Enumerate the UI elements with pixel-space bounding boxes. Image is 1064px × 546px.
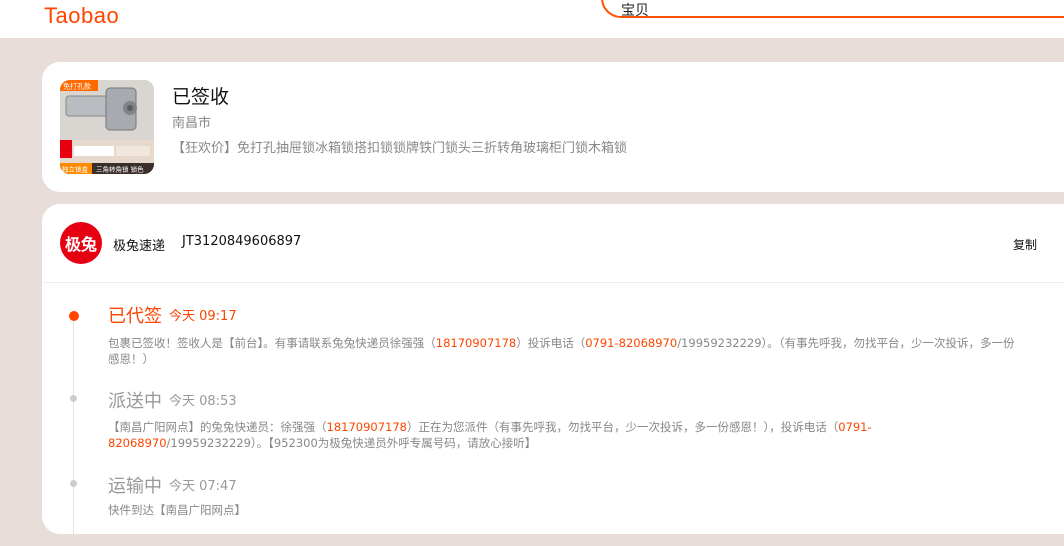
taobao-logo-text[interactable]: Taobao (44, 3, 119, 29)
event-time: 今天 08:53 (169, 394, 237, 409)
lock-product-image-icon: 免打孔款 独立锁盒 三角转角锁 锁色 (60, 80, 154, 174)
thumb-badge-text: 免打孔款 (63, 82, 91, 91)
event-desc-part: 包裹已签收！签收人是【前台】。有事请联系兔兔快递员徐强强（ (108, 336, 436, 350)
complaint-phone-link[interactable]: 0791-82068970 (585, 336, 677, 350)
courier-phone-link[interactable]: 18170907178 (327, 420, 407, 434)
thumb-caption-2: 三角转角锁 锁色 (96, 165, 144, 174)
timeline-line (73, 316, 74, 546)
search-query-text: 宝贝 (621, 3, 649, 19)
event-desc-part: ）投诉电话（ (516, 336, 586, 350)
divider (42, 282, 1064, 283)
courier-phone-link[interactable]: 18170907178 (436, 336, 516, 350)
search-input[interactable]: 宝贝 (601, 0, 1064, 19)
copy-tracking-button[interactable]: 复制 (1013, 236, 1037, 253)
logistics-card: 极兔 极兔速递 JT3120849606897 复制 已代签 今天 09:17 … (42, 204, 1064, 546)
timeline-dot (70, 480, 77, 487)
courier-logo-icon: 极兔 (60, 222, 102, 264)
event-time: 今天 09:17 (169, 309, 237, 324)
event-desc-part: 【南昌广阳网点】的兔兔快递员：徐强强（ (108, 420, 327, 434)
product-title[interactable]: 【狂欢价】免打孔抽屉锁冰箱锁搭扣锁锁牌铁门锁头三折转角玻璃柜门锁木箱锁 (172, 137, 627, 156)
event-desc-part: ）正在为您派件（有事先呼我，勿找平台，少一次投诉，多一份感恩！），投诉电话（ (406, 420, 839, 434)
timeline-dot (70, 395, 77, 402)
thumb-caption-1: 独立锁盒 (62, 165, 89, 174)
event-status: 派送中 (108, 391, 162, 412)
top-bar: Taobao 宝贝 (0, 0, 1064, 38)
event-time: 今天 07:47 (169, 479, 237, 494)
courier-name: 极兔速递 (113, 239, 166, 254)
event-description: 快件到达【南昌广阳网点】 (108, 503, 246, 517)
courier-logo-text: 极兔 (64, 235, 97, 254)
product-thumbnail[interactable]: 免打孔款 独立锁盒 三角转角锁 锁色 (60, 80, 154, 174)
order-status-title: 已签收 (172, 86, 230, 108)
event-status: 已代签 (108, 306, 162, 327)
taobao-logo-icon[interactable] (44, 0, 124, 2)
timeline-dot-active (69, 311, 79, 321)
event-status: 运输中 (108, 476, 162, 497)
tracking-number: JT3120849606897 (182, 234, 302, 249)
event-description: 包裹已签收！签收人是【前台】。有事请联系兔兔快递员徐强强（18170907178… (108, 335, 1018, 367)
order-product-card: 免打孔款 独立锁盒 三角转角锁 锁色 已签收 南昌市 【狂欢价】免打孔抽屉锁冰箱… (42, 62, 1064, 192)
event-desc-part: /19959232229）。【952300为极兔快递员外呼专属号码，请放心接听】 (166, 436, 537, 450)
delivery-city: 南昌市 (172, 116, 212, 131)
event-description: 【南昌广阳网点】的兔兔快递员：徐强强（18170907178）正在为您派件（有事… (108, 419, 1018, 451)
